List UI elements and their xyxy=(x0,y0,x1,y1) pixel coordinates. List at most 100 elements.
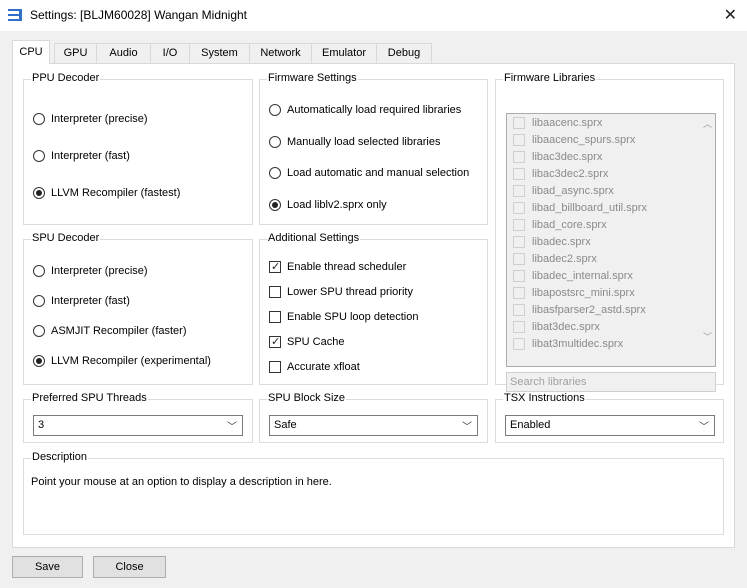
chevron-down-icon: ﹀ xyxy=(227,422,237,433)
tab-network[interactable]: Network xyxy=(249,43,312,63)
radio-icon[interactable] xyxy=(269,104,281,116)
list-item: libad_billboard_util.sprx xyxy=(513,202,647,214)
radio-icon[interactable] xyxy=(269,167,281,179)
checkbox-disabled xyxy=(513,168,525,180)
checkbox-checked-icon[interactable] xyxy=(269,336,281,348)
list-item: libadec.sprx xyxy=(513,236,591,248)
title-bar: Settings: [BLJM60028] Wangan Midnight ✕ xyxy=(0,0,747,31)
cpu-settings-panel: PPU Decoder Interpreter (precise) Interp… xyxy=(12,63,735,548)
description-title: Description xyxy=(31,451,89,463)
list-item: libad_async.sprx xyxy=(513,185,614,197)
list-item: libadec2.sprx xyxy=(513,253,597,265)
checkbox-disabled xyxy=(513,202,525,214)
save-button[interactable]: Save xyxy=(12,556,83,578)
tsx-instructions-select[interactable]: Enabled ﹀ xyxy=(505,415,715,436)
radio-icon[interactable] xyxy=(33,325,45,337)
firmware-libraries-list[interactable]: libaacenc.sprx libaacenc_spurs.sprx liba… xyxy=(506,113,716,367)
ppu-option-interpreter-fast[interactable]: Interpreter (fast) xyxy=(33,150,130,162)
checkbox-disabled xyxy=(513,338,525,350)
tab-audio[interactable]: Audio xyxy=(96,43,151,63)
spu-loop-detection-checkbox[interactable]: Enable SPU loop detection xyxy=(269,311,418,323)
checkbox-disabled xyxy=(513,185,525,197)
radio-icon[interactable] xyxy=(33,265,45,277)
checkbox-disabled xyxy=(513,134,525,146)
tab-gpu[interactable]: GPU xyxy=(54,43,97,63)
checkbox-disabled xyxy=(513,270,525,282)
tab-emulator[interactable]: Emulator xyxy=(311,43,377,63)
spu-block-size-select[interactable]: Safe ﹀ xyxy=(269,415,478,436)
checkbox-disabled xyxy=(513,151,525,163)
checkbox-disabled xyxy=(513,287,525,299)
close-icon[interactable]: ✕ xyxy=(724,5,737,25)
radio-selected-icon[interactable] xyxy=(269,199,281,211)
checkbox-icon[interactable] xyxy=(269,311,281,323)
list-item: libapostsrc_mini.sprx xyxy=(513,287,635,299)
radio-icon[interactable] xyxy=(33,113,45,125)
spu-option-interpreter-fast[interactable]: Interpreter (fast) xyxy=(33,295,130,307)
checkbox-disabled xyxy=(513,253,525,265)
checkbox-disabled xyxy=(513,219,525,231)
scroll-down-icon[interactable]: ﹀ xyxy=(703,330,712,343)
description-group: Description Point your mouse at an optio… xyxy=(23,451,724,535)
firmware-libraries-group: Firmware Libraries libaacenc.sprx libaac… xyxy=(495,72,724,392)
radio-selected-icon[interactable] xyxy=(33,355,45,367)
spu-option-interpreter-precise[interactable]: Interpreter (precise) xyxy=(33,265,148,277)
thread-scheduler-checkbox[interactable]: Enable thread scheduler xyxy=(269,261,406,273)
tab-cpu[interactable]: CPU xyxy=(12,40,50,64)
spu-block-size-group: SPU Block Size Safe ﹀ xyxy=(259,392,488,443)
spu-option-asmjit[interactable]: ASMJIT Recompiler (faster) xyxy=(33,325,187,337)
checkbox-icon[interactable] xyxy=(269,361,281,373)
tab-io[interactable]: I/O xyxy=(150,43,190,63)
firmware-option-manual[interactable]: Manually load selected libraries xyxy=(269,136,440,148)
firmware-option-auto[interactable]: Automatically load required libraries xyxy=(269,104,461,116)
checkbox-icon[interactable] xyxy=(269,286,281,298)
tsx-instructions-group: TSX Instructions Enabled ﹀ xyxy=(495,392,724,443)
search-libraries-input[interactable]: Search libraries xyxy=(506,372,716,392)
checkbox-disabled xyxy=(513,117,525,129)
ppu-decoder-title: PPU Decoder xyxy=(31,72,101,84)
radio-icon[interactable] xyxy=(33,295,45,307)
preferred-spu-threads-title: Preferred SPU Threads xyxy=(31,392,148,404)
list-item: libaacenc_spurs.sprx xyxy=(513,134,635,146)
list-item: libaacenc.sprx xyxy=(513,117,602,129)
lower-spu-priority-checkbox[interactable]: Lower SPU thread priority xyxy=(269,286,413,298)
preferred-spu-threads-select[interactable]: 3 ﹀ xyxy=(33,415,243,436)
firmware-libraries-title: Firmware Libraries xyxy=(503,72,597,84)
chevron-down-icon: ﹀ xyxy=(462,422,472,433)
spu-decoder-title: SPU Decoder xyxy=(31,232,101,244)
tab-system[interactable]: System xyxy=(189,43,250,63)
close-button[interactable]: Close xyxy=(93,556,166,578)
radio-icon[interactable] xyxy=(33,150,45,162)
ppu-option-llvm[interactable]: LLVM Recompiler (fastest) xyxy=(33,187,180,199)
checkbox-disabled xyxy=(513,304,525,316)
firmware-option-both[interactable]: Load automatic and manual selection xyxy=(269,167,469,179)
list-item: libac3dec2.sprx xyxy=(513,168,608,180)
window-title: Settings: [BLJM60028] Wangan Midnight xyxy=(30,8,248,22)
firmware-settings-title: Firmware Settings xyxy=(267,72,358,84)
description-text: Point your mouse at an option to display… xyxy=(31,476,332,488)
tab-debug[interactable]: Debug xyxy=(376,43,432,63)
list-item: libasfparser2_astd.sprx xyxy=(513,304,646,316)
checkbox-checked-icon[interactable] xyxy=(269,261,281,273)
spu-cache-checkbox[interactable]: SPU Cache xyxy=(269,336,344,348)
firmware-option-liblv2[interactable]: Load liblv2.sprx only xyxy=(269,199,387,211)
list-item: libac3dec.sprx xyxy=(513,151,602,163)
additional-settings-title: Additional Settings xyxy=(267,232,361,244)
spu-option-llvm[interactable]: LLVM Recompiler (experimental) xyxy=(33,355,211,367)
accurate-xfloat-checkbox[interactable]: Accurate xfloat xyxy=(269,361,360,373)
list-item: libadec_internal.sprx xyxy=(513,270,633,282)
app-icon xyxy=(8,9,22,21)
checkbox-disabled xyxy=(513,321,525,333)
scroll-up-icon[interactable]: ︿ xyxy=(703,117,712,130)
radio-selected-icon[interactable] xyxy=(33,187,45,199)
list-item: libat3multidec.sprx xyxy=(513,338,623,350)
checkbox-disabled xyxy=(513,236,525,248)
tsx-instructions-title: TSX Instructions xyxy=(503,392,586,404)
radio-icon[interactable] xyxy=(269,136,281,148)
list-item: libat3dec.sprx xyxy=(513,321,600,333)
ppu-option-interpreter-precise[interactable]: Interpreter (precise) xyxy=(33,113,148,125)
additional-settings-group: Additional Settings Enable thread schedu… xyxy=(259,232,488,385)
list-item: libad_core.sprx xyxy=(513,219,607,231)
firmware-settings-group: Firmware Settings Automatically load req… xyxy=(259,72,488,225)
spu-block-size-title: SPU Block Size xyxy=(267,392,347,404)
